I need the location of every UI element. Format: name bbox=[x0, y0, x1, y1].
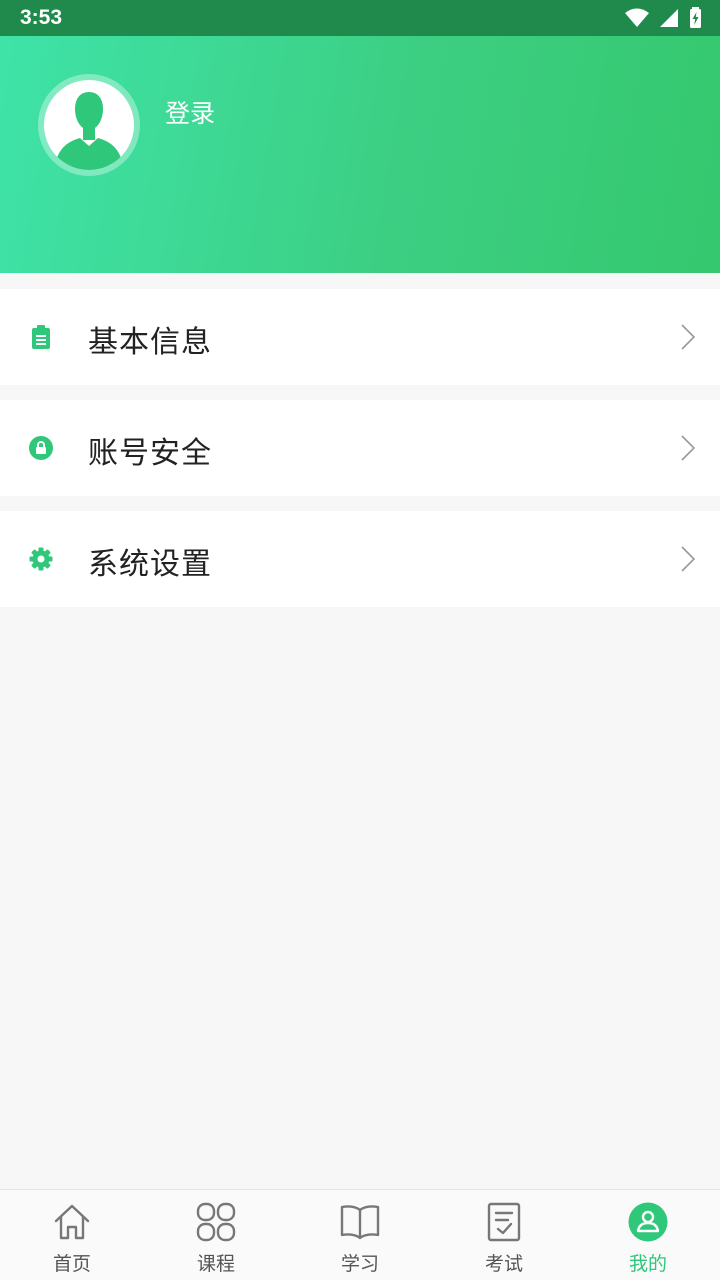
nav-label: 课程 bbox=[196, 1253, 235, 1275]
menu-item-label: 账号安全 bbox=[88, 436, 212, 471]
clipboard-icon bbox=[32, 325, 50, 349]
nav-item-exam[interactable]: 考试 bbox=[432, 1190, 576, 1280]
exam-icon bbox=[487, 1202, 521, 1242]
nav-label: 考试 bbox=[484, 1253, 523, 1275]
battery-icon bbox=[690, 7, 701, 28]
home-icon bbox=[54, 1204, 90, 1240]
profile-header: 登录 bbox=[0, 36, 720, 273]
login-link[interactable]: 登录 bbox=[165, 94, 215, 130]
user-silhouette-icon bbox=[54, 92, 124, 170]
wifi-icon bbox=[625, 8, 649, 27]
nav-item-study[interactable]: 学习 bbox=[288, 1190, 432, 1280]
avatar[interactable] bbox=[38, 74, 140, 176]
grid-icon bbox=[196, 1202, 236, 1242]
bottom-nav: 首页 课程 学习 考试 我的 bbox=[0, 1189, 720, 1280]
nav-item-home[interactable]: 首页 bbox=[0, 1190, 144, 1280]
nav-label: 首页 bbox=[52, 1253, 91, 1275]
menu-item-basic-info[interactable]: 基本信息 bbox=[0, 289, 720, 385]
chevron-right-icon bbox=[681, 435, 696, 461]
gear-icon bbox=[29, 547, 53, 571]
status-time: 3:53 bbox=[20, 6, 63, 29]
signal-icon bbox=[660, 9, 678, 27]
nav-item-mine[interactable]: 我的 bbox=[576, 1190, 720, 1280]
chevron-right-icon bbox=[681, 546, 696, 572]
lock-icon bbox=[29, 436, 53, 460]
menu-item-system-settings[interactable]: 系统设置 bbox=[0, 511, 720, 607]
chevron-right-icon bbox=[681, 324, 696, 350]
menu-item-account-security[interactable]: 账号安全 bbox=[0, 400, 720, 496]
status-icons bbox=[625, 7, 702, 29]
status-bar: 3:53 bbox=[0, 0, 720, 36]
avatar-image bbox=[44, 80, 134, 170]
nav-label: 学习 bbox=[340, 1253, 379, 1275]
user-icon bbox=[628, 1202, 668, 1242]
menu-item-label: 基本信息 bbox=[88, 325, 212, 360]
nav-item-courses[interactable]: 课程 bbox=[144, 1190, 288, 1280]
menu-item-label: 系统设置 bbox=[88, 547, 212, 582]
nav-label: 我的 bbox=[628, 1253, 667, 1275]
book-icon bbox=[340, 1205, 380, 1240]
